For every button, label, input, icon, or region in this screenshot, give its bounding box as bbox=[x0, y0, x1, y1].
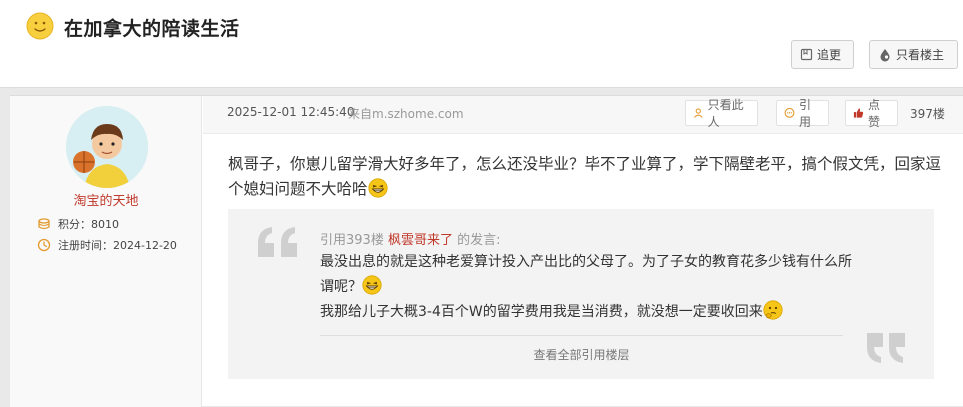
points-label: 积分： bbox=[58, 218, 91, 231]
user-panel: 淘宝的天地 积分：8010 注册时间：2024-12-20 bbox=[10, 96, 202, 407]
quote-text-1: 最没出息的就是这种老爱算计投入产出比的父母了。为了子女的教育花多少钱有什么所谓呢… bbox=[320, 254, 852, 295]
user-reg-date: 注册时间：2024-12-20 bbox=[37, 237, 177, 253]
thread-header: 在加拿大的陪读生活 追更 只看楼主 bbox=[0, 0, 963, 88]
view-all-quotes-link[interactable]: 查看全部引用楼层 bbox=[320, 346, 843, 363]
quote-button[interactable]: 引用 bbox=[776, 98, 829, 129]
chat-icon bbox=[784, 107, 795, 118]
clock-icon bbox=[37, 238, 51, 252]
owner-only-label: 只看楼主 bbox=[896, 48, 945, 62]
reg-label: 注册时间： bbox=[58, 239, 113, 252]
quote-text-2: 我那给儿子大概3-4百个W的留学费用我是当消费，就没想一定要收回来 bbox=[320, 304, 763, 320]
user-points: 积分：8010 bbox=[37, 216, 119, 232]
bookmark-icon bbox=[800, 48, 813, 61]
quote-body: 最没出息的就是这种老爱算计投入产出比的父母了。为了子女的教育花多少钱有什么所谓呢… bbox=[320, 250, 860, 325]
like-label: 点赞 bbox=[868, 98, 881, 129]
post-floor: 淘宝的天地 积分：8010 注册时间：2024-12-20 2025-12-01… bbox=[10, 95, 963, 407]
quote-suffix: 的发言: bbox=[457, 233, 501, 248]
only-this-user-label: 只看此人 bbox=[707, 98, 744, 129]
close-quote-icon bbox=[867, 333, 905, 363]
thread-title: 在加拿大的陪读生活 bbox=[64, 18, 240, 40]
drop-icon bbox=[880, 48, 890, 61]
floor-number: 397楼 bbox=[910, 107, 945, 121]
post-text: 枫哥子，你崽儿留学滑大好多年了，怎么还没毕业？毕不了业算了，学下隔壁老平，搞个假… bbox=[228, 155, 942, 198]
avatar-image bbox=[66, 106, 148, 188]
only-this-user-button[interactable]: 只看此人 bbox=[685, 98, 758, 129]
quote-floor-ref: 引用393楼 bbox=[320, 233, 384, 248]
like-button[interactable]: 点赞 bbox=[845, 98, 898, 129]
coins-icon bbox=[38, 218, 50, 230]
quote-label: 引用 bbox=[799, 98, 812, 129]
post-time: 2025-12-01 12:45:40 bbox=[227, 105, 355, 119]
owner-only-button[interactable]: 只看楼主 bbox=[869, 40, 958, 69]
avatar[interactable] bbox=[66, 106, 148, 188]
smiley-icon bbox=[26, 12, 54, 40]
thumb-icon bbox=[853, 108, 864, 118]
quote-header: 引用393楼 枫雲哥来了 的发言: bbox=[320, 229, 501, 248]
thinking-icon bbox=[763, 300, 783, 320]
quote-line-1: 最没出息的就是这种老爱算计投入产出比的父母了。为了子女的教育花多少钱有什么所谓呢… bbox=[320, 250, 860, 300]
grin-icon bbox=[367, 178, 388, 198]
follow-button[interactable]: 追更 bbox=[791, 40, 854, 69]
follow-label: 追更 bbox=[817, 48, 842, 62]
open-quote-icon bbox=[258, 227, 297, 257]
person-icon bbox=[693, 108, 703, 118]
reg-value: 2024-12-20 bbox=[113, 239, 177, 252]
points-value: 8010 bbox=[91, 218, 119, 231]
post-content: 枫哥子，你崽儿留学滑大好多年了，怎么还没毕业？毕不了业算了，学下隔壁老平，搞个假… bbox=[228, 152, 948, 202]
username[interactable]: 淘宝的天地 bbox=[10, 190, 202, 209]
post-source: 来自m.szhome.com bbox=[348, 107, 464, 121]
grin-icon bbox=[362, 275, 382, 295]
quote-line-2: 我那给儿子大概3-4百个W的留学费用我是当消费，就没想一定要收回来 bbox=[320, 300, 860, 325]
post-meta-bar: 2025-12-01 12:45:40 来自m.szhome.com 只看此人 … bbox=[203, 96, 963, 134]
quote-divider bbox=[320, 335, 843, 336]
quote-user[interactable]: 枫雲哥来了 bbox=[388, 233, 453, 248]
quote-block: 引用393楼 枫雲哥来了 的发言: 最没出息的就是这种老爱算计投入产出比的父母了… bbox=[228, 209, 934, 379]
